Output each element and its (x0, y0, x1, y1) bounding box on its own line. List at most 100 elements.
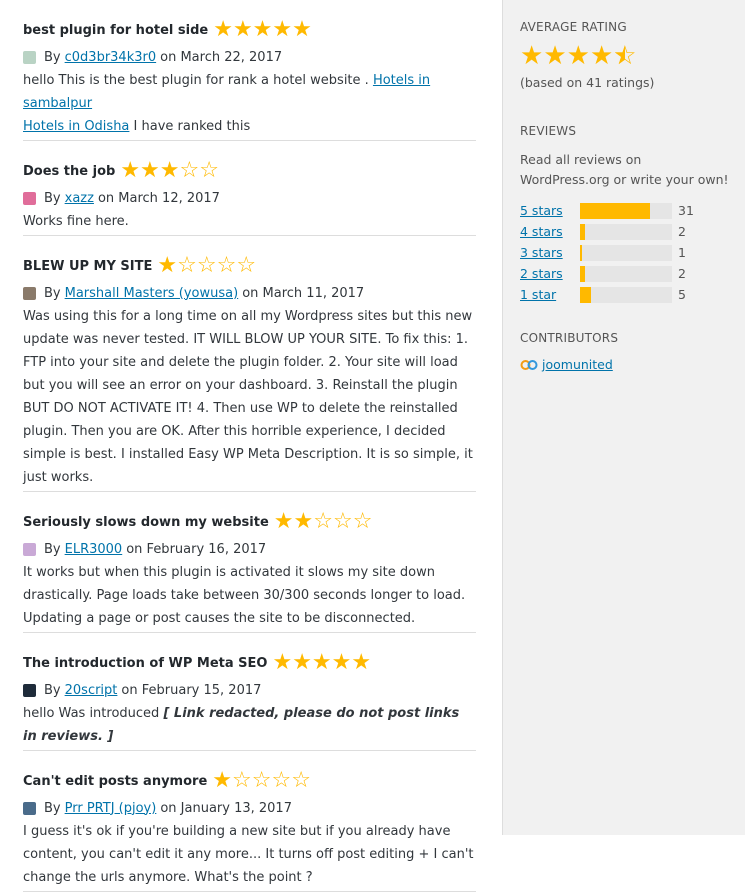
average-rating-stars: ★★★★☆★ (520, 43, 637, 69)
review-date: March 12, 2017 (118, 190, 220, 206)
rating-bar (580, 244, 672, 261)
review-body: It works but when this plugin is activat… (23, 560, 476, 630)
author-link[interactable]: c0d3br34k3r0 (65, 50, 157, 65)
rating-count: 1 (678, 245, 686, 260)
avatar (23, 50, 36, 64)
review-body-text: I have ranked this (129, 119, 251, 134)
review-title: Seriously slows down my website (23, 514, 269, 530)
star-filled-icon: ★ (293, 509, 314, 534)
author-link[interactable]: xazz (65, 191, 94, 206)
review-stars: ★ ★ ☆ ☆ ☆ (274, 511, 373, 533)
star-empty-icon: ☆ (271, 768, 292, 793)
star-empty-icon: ☆ (232, 768, 252, 793)
rating-breakdown-row: 1 star 5 (520, 284, 745, 305)
review-title: best plugin for hotel side (23, 22, 209, 38)
star-empty-icon: ☆ (313, 509, 333, 534)
author-link[interactable]: ELR3000 (65, 542, 123, 557)
review-stars: ★ ★ ★ ★ ★ (272, 652, 371, 674)
avatar (23, 286, 36, 300)
star-filled-icon: ★ (252, 17, 273, 42)
rating-filter-link[interactable]: 4 stars (520, 224, 580, 239)
review-body: Works fine here. (23, 209, 476, 233)
review-meta: By c0d3br34k3r0 on March 22, 2017 (23, 46, 476, 68)
star-filled-icon: ★ (520, 41, 544, 71)
rating-breakdown-row: 4 stars 2 (520, 221, 745, 242)
rating-bar-fill (580, 265, 585, 282)
review-body-text: hello This is the best plugin for rank a… (23, 73, 373, 88)
review-body-text: I guess it's ok if you're building a new… (23, 824, 474, 885)
review-date: March 11, 2017 (262, 285, 365, 301)
review-body: hello This is the best plugin for rank a… (23, 68, 476, 138)
review-body-text: It works but when this plugin is activat… (23, 565, 466, 626)
contributor-link[interactable]: joomunited (542, 357, 613, 372)
star-filled-icon: ★ (273, 509, 294, 534)
avatar (23, 801, 36, 815)
star-filled-icon: ★ (232, 17, 253, 42)
review-meta: By Prr PRTJ (pjoy) on January 13, 2017 (23, 797, 476, 819)
average-rating-heading: AVERAGE RATING (520, 20, 627, 34)
star-filled-icon: ★ (140, 158, 160, 183)
review-title: Can't edit posts anymore (23, 773, 208, 789)
rating-filter-link[interactable]: 3 stars (520, 245, 580, 260)
star-empty-icon: ☆ (179, 158, 200, 183)
star-empty-icon: ☆ (199, 158, 219, 183)
star-filled-icon: ★ (157, 253, 178, 278)
reviews-list: best plugin for hotel side ★ ★ ★ ★ ★ By c0d3… (23, 0, 476, 892)
rating-bar-fill (580, 286, 592, 303)
rating-count: 2 (678, 224, 686, 239)
star-empty-icon: ☆ (236, 253, 257, 278)
review-meta: By xazz on March 12, 2017 (23, 187, 476, 209)
rating-count: 2 (678, 266, 686, 281)
star-empty-icon: ☆ (251, 768, 272, 793)
review-date: February 16, 2017 (146, 541, 267, 557)
review-date: March 22, 2017 (180, 49, 283, 65)
contributor-item: joomunited (520, 357, 745, 372)
star-empty-icon: ☆ (352, 509, 373, 534)
review-date: February 15, 2017 (141, 682, 262, 698)
rating-filter-link[interactable]: 1 star (520, 287, 580, 302)
star-filled-icon: ★ (566, 41, 590, 71)
rating-bar-fill (580, 244, 583, 261)
contributor-logo-icon (520, 359, 538, 371)
star-half-fill: ★ (613, 43, 625, 69)
author-link[interactable]: 20script (65, 683, 118, 698)
star-filled-icon: ★ (292, 17, 312, 42)
review-title: BLEW UP MY SITE (23, 258, 153, 274)
star-filled-icon: ★ (272, 650, 293, 675)
review-body: hello Was introduced [ Link redacted, pl… (23, 701, 476, 748)
rating-filter-link[interactable]: 5 stars (520, 203, 580, 218)
author-link[interactable]: Prr PRTJ (pjoy) (65, 801, 157, 816)
avatar (23, 683, 36, 697)
review-stars: ★ ☆ ☆ ☆ ☆ (157, 255, 256, 277)
star-filled-icon: ★ (272, 17, 293, 42)
rating-bar-fill (580, 223, 585, 240)
review-body-text: Works fine here. (23, 214, 129, 229)
reviews-heading: REVIEWS (520, 124, 577, 138)
star-empty-icon: ☆ (177, 253, 197, 278)
review-body: Was using this for a long time on all my… (23, 304, 476, 489)
rating-bar (580, 202, 672, 219)
review-item: best plugin for hotel side ★ ★ ★ ★ ★ By c0d3… (23, 14, 476, 141)
review-body-text: Was using this for a long time on all my… (23, 309, 473, 485)
star-filled-icon: ★ (292, 650, 312, 675)
review-item: Seriously slows down my website ★ ★ ☆ ☆ ☆ By… (23, 506, 476, 633)
review-stars: ★ ★ ★ ☆ ☆ (120, 160, 219, 182)
star-empty-icon: ☆ (216, 253, 237, 278)
star-empty-icon: ☆ (196, 253, 217, 278)
rating-breakdown-row: 2 stars 2 (520, 263, 745, 284)
ratings-sidebar: AVERAGE RATING ★★★★☆★ (based on 41 ratin… (502, 0, 745, 835)
review-meta: By ELR3000 on February 16, 2017 (23, 538, 476, 560)
review-date: January 13, 2017 (180, 800, 292, 816)
author-link[interactable]: Marshall Masters (yowusa) (65, 286, 239, 301)
reviews-intro: Read all reviews on WordPress.org or wri… (520, 152, 729, 187)
review-meta: By Marshall Masters (yowusa) on March 11… (23, 282, 476, 304)
star-empty-icon: ☆ (291, 768, 311, 793)
rating-breakdown-row: 5 stars 31 (520, 200, 745, 221)
star-filled-icon: ★ (543, 41, 567, 71)
rating-breakdown-row: 3 stars 1 (520, 242, 745, 263)
star-empty-icon: ☆ (332, 509, 353, 534)
rating-bar-fill (580, 202, 650, 219)
rating-filter-link[interactable]: 2 stars (520, 266, 580, 281)
review-body-link[interactable]: Hotels in Odisha (23, 119, 129, 134)
review-item: BLEW UP MY SITE ★ ☆ ☆ ☆ ☆ By Marshall Master… (23, 250, 476, 492)
